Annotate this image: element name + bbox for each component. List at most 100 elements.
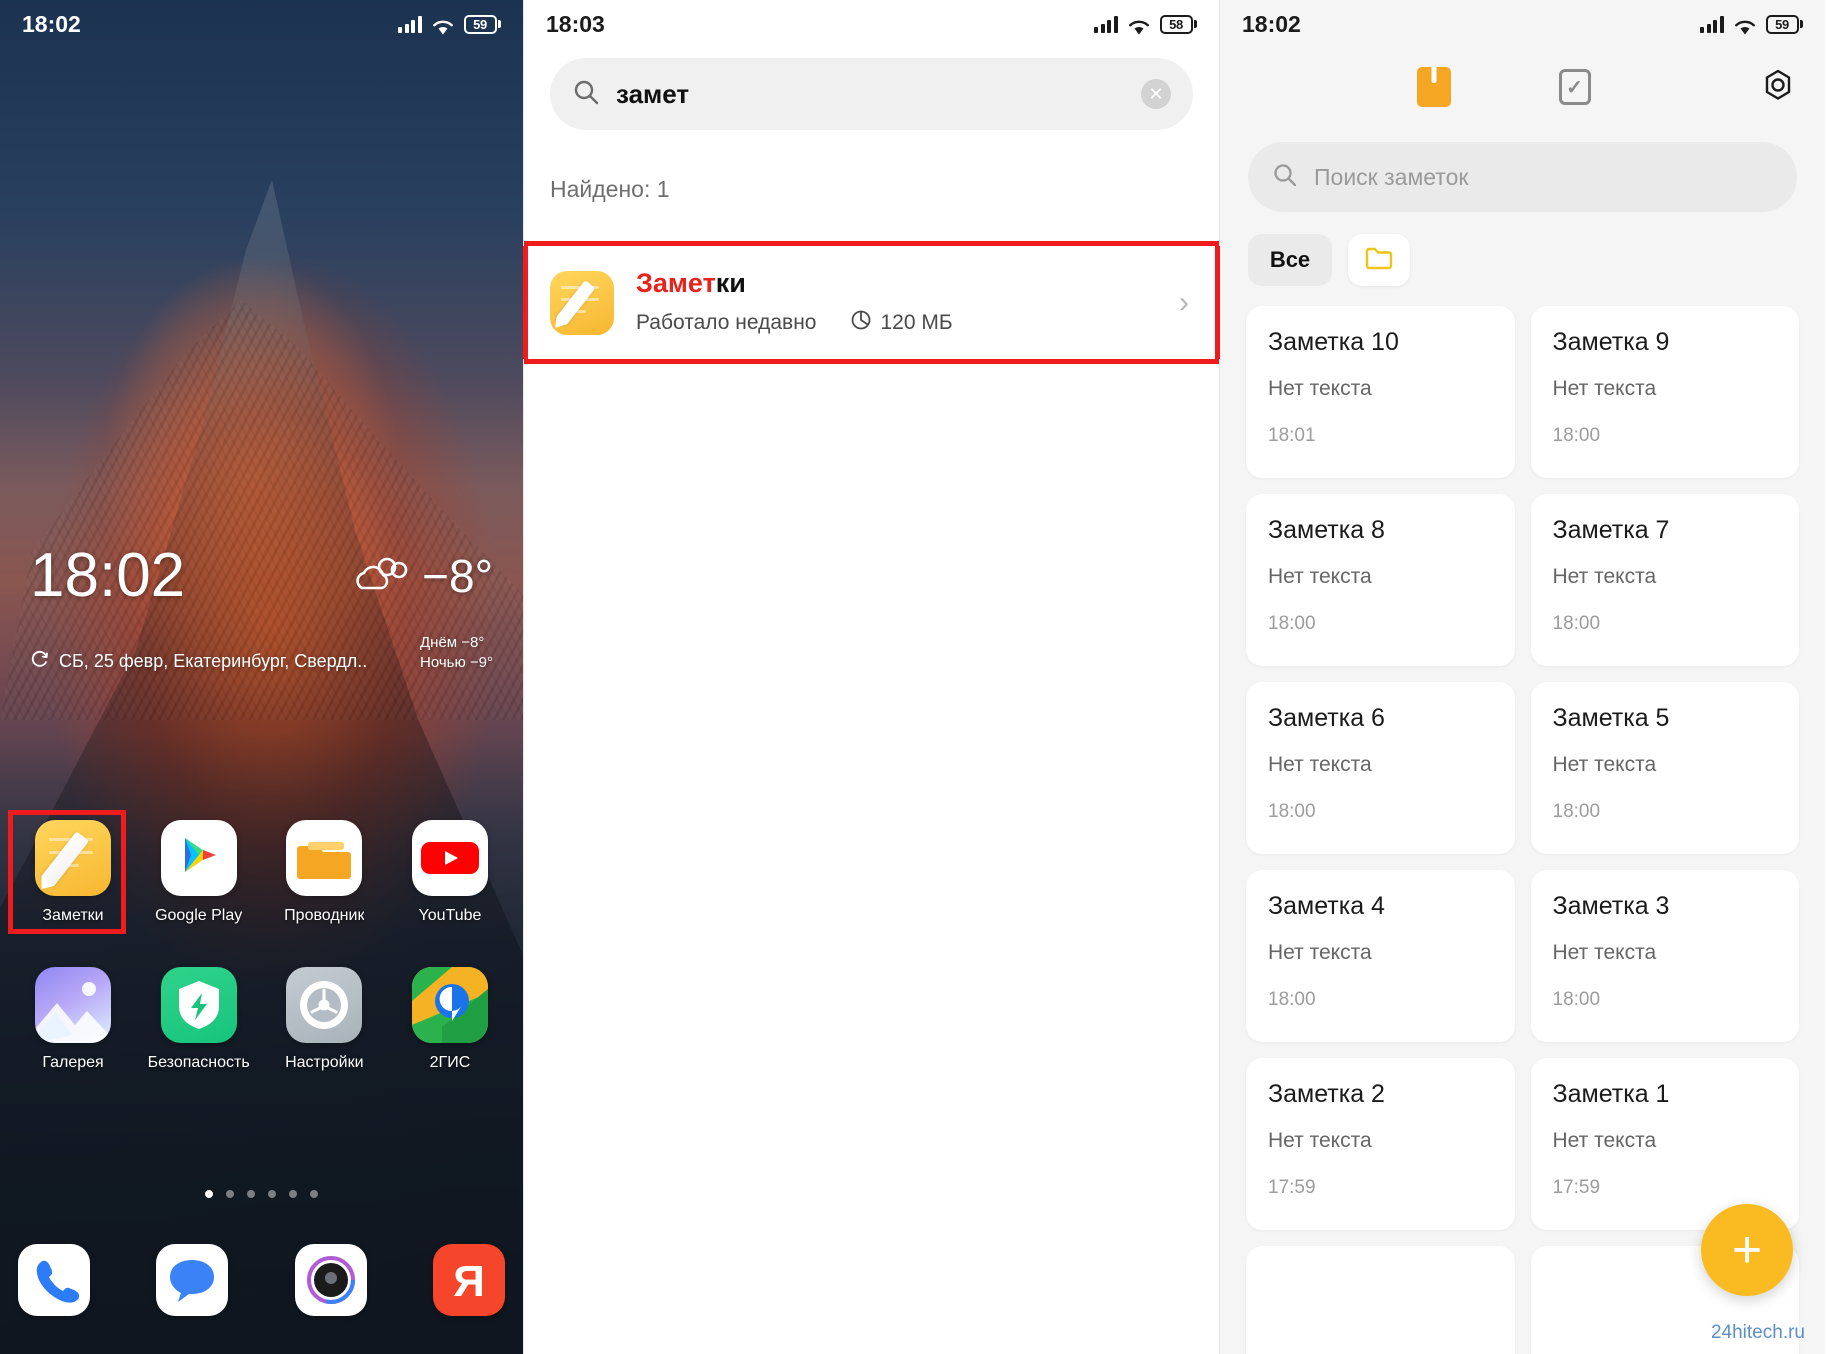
status-icons: 59 bbox=[1700, 14, 1803, 35]
battery-icon: 59 bbox=[1765, 14, 1803, 34]
wifi-icon bbox=[1733, 15, 1757, 35]
app-label: Безопасность bbox=[147, 1054, 250, 1071]
widget-date-text: СБ, 25 февр, Екатеринбург, Свердл.. bbox=[59, 650, 368, 671]
google-play-icon bbox=[160, 820, 237, 896]
settings-button[interactable] bbox=[1759, 68, 1797, 106]
app-google-play[interactable]: Google Play bbox=[144, 820, 254, 925]
result-subtitle: Работало недавно bbox=[636, 311, 817, 334]
note-card[interactable]: Заметка 1 Нет текста 17:59 bbox=[1530, 1058, 1799, 1230]
filter-all-chip[interactable]: Все bbox=[1248, 234, 1332, 286]
tab-notes[interactable] bbox=[1416, 67, 1451, 107]
note-title: Заметка 3 bbox=[1552, 892, 1670, 920]
app-label: YouTube bbox=[418, 907, 482, 924]
plus-icon: + bbox=[1731, 1221, 1763, 1279]
result-highlight-box: Заметки Работало недавно 120 МБ › bbox=[523, 241, 1220, 364]
notes-search-placeholder: Поиск заметок bbox=[1314, 163, 1469, 190]
phone-icon[interactable] bbox=[18, 1244, 90, 1316]
status-bar-search: 18:03 58 bbox=[524, 0, 1219, 48]
app-security[interactable]: Безопасность bbox=[144, 967, 254, 1072]
signal-bars-icon bbox=[398, 15, 422, 33]
notes-app-icon bbox=[550, 270, 614, 335]
cloudy-icon bbox=[354, 554, 410, 599]
file-manager-icon bbox=[286, 820, 363, 896]
tab-todo[interactable]: ✓ bbox=[1558, 69, 1591, 105]
search-input[interactable]: замет ✕ bbox=[550, 58, 1193, 130]
note-card[interactable]: Заметка 4 Нет текста 18:00 bbox=[1246, 870, 1515, 1042]
wifi-icon bbox=[431, 15, 455, 35]
search-icon bbox=[572, 78, 600, 111]
home-screen-panel: 18:02 59 18:02 −8° СБ, 25 февр, Екатерин… bbox=[0, 0, 523, 1354]
note-preview: Нет текста bbox=[1268, 941, 1372, 964]
search-result-row[interactable]: Заметки Работало недавно 120 МБ › bbox=[524, 246, 1219, 359]
note-card[interactable]: Заметка 5 Нет текста 18:00 bbox=[1530, 682, 1799, 854]
battery-level: 59 bbox=[463, 14, 497, 34]
note-title: Заметка 4 bbox=[1268, 892, 1385, 920]
note-time: 18:00 bbox=[1552, 801, 1601, 822]
camera-icon[interactable] bbox=[294, 1244, 367, 1316]
note-card-partial[interactable] bbox=[1246, 1246, 1515, 1354]
status-time: 18:03 bbox=[546, 10, 605, 37]
search-bar-container: замет ✕ bbox=[524, 48, 1219, 130]
app-label: Проводник bbox=[284, 907, 365, 924]
app-youtube[interactable]: YouTube bbox=[395, 820, 505, 925]
search-icon bbox=[1272, 162, 1298, 193]
status-time: 18:02 bbox=[1242, 10, 1301, 37]
search-panel: 18:03 58 замет ✕ Найдено: 1 Заметки Рабо… bbox=[523, 0, 1220, 1354]
note-card[interactable]: Заметка 10 Нет текста 18:01 bbox=[1246, 306, 1515, 478]
page-dot[interactable] bbox=[247, 1190, 255, 1198]
note-card[interactable]: Заметка 8 Нет текста 18:00 bbox=[1246, 494, 1515, 666]
app-2gis[interactable]: 2ГИС bbox=[395, 967, 505, 1072]
svg-text:Я: Я bbox=[453, 1257, 485, 1306]
page-dot[interactable] bbox=[310, 1190, 318, 1198]
widget-day-temp: Днём −8° bbox=[420, 634, 485, 651]
clock-weather-widget[interactable]: 18:02 −8° СБ, 25 февр, Екатеринбург, Све… bbox=[0, 545, 523, 674]
notes-search-input[interactable]: Поиск заметок bbox=[1248, 142, 1797, 212]
status-time: 18:02 bbox=[22, 10, 81, 37]
note-title: Заметка 5 bbox=[1552, 704, 1670, 732]
result-body: Заметки Работало недавно 120 МБ bbox=[636, 268, 1157, 337]
app-label: Галерея bbox=[42, 1054, 104, 1071]
filter-folder-chip[interactable] bbox=[1348, 234, 1410, 286]
chevron-right-icon[interactable]: › bbox=[1179, 286, 1193, 320]
notes-tab-bar: ✓ bbox=[1220, 48, 1825, 126]
result-title-match: Замет bbox=[636, 268, 716, 298]
page-dot[interactable] bbox=[205, 1190, 213, 1198]
app-settings[interactable]: Настройки bbox=[269, 967, 379, 1072]
page-indicator[interactable] bbox=[0, 1190, 523, 1198]
note-preview: Нет текста bbox=[1268, 565, 1372, 588]
note-card[interactable]: Заметка 6 Нет текста 18:00 bbox=[1246, 682, 1515, 854]
page-dot[interactable] bbox=[289, 1190, 297, 1198]
note-card[interactable]: Заметка 9 Нет текста 18:00 bbox=[1530, 306, 1799, 478]
widget-temperature: −8° bbox=[422, 550, 493, 602]
three-panel-screenshot: 18:02 59 18:02 −8° СБ, 25 февр, Екатерин… bbox=[0, 0, 1827, 1354]
add-note-button[interactable]: + bbox=[1701, 1204, 1793, 1296]
checkbox-icon: ✓ bbox=[1566, 76, 1583, 99]
folder-icon bbox=[1364, 245, 1394, 276]
note-title: Заметка 8 bbox=[1268, 516, 1385, 544]
note-card[interactable]: Заметка 7 Нет текста 18:00 bbox=[1530, 494, 1799, 666]
notes-app-icon bbox=[35, 820, 111, 896]
app-notes[interactable]: Заметки bbox=[8, 810, 128, 934]
note-title: Заметка 7 bbox=[1552, 516, 1670, 544]
note-card[interactable]: Заметка 2 Нет текста 17:59 bbox=[1246, 1058, 1515, 1230]
messages-icon[interactable] bbox=[156, 1244, 229, 1316]
widget-forecast: Днём −8° Ночью −9° bbox=[420, 633, 493, 674]
page-dot[interactable] bbox=[226, 1190, 234, 1198]
result-title-rest: ки bbox=[715, 268, 746, 298]
note-preview: Нет текста bbox=[1268, 753, 1372, 776]
app-gallery[interactable]: Галерея bbox=[18, 967, 128, 1072]
status-icons: 58 bbox=[1094, 14, 1197, 35]
yandex-icon[interactable]: Я bbox=[432, 1244, 505, 1316]
status-bar-home: 18:02 59 bbox=[0, 0, 523, 48]
clear-x-icon[interactable]: ✕ bbox=[1141, 79, 1171, 109]
page-dot[interactable] bbox=[268, 1190, 276, 1198]
note-card[interactable]: Заметка 3 Нет текста 18:00 bbox=[1530, 870, 1799, 1042]
refresh-icon[interactable] bbox=[30, 649, 50, 674]
app-file-manager[interactable]: Проводник bbox=[269, 820, 379, 925]
note-time: 17:59 bbox=[1552, 1177, 1601, 1198]
app-label: Google Play bbox=[155, 907, 243, 924]
note-preview: Нет текста bbox=[1268, 377, 1372, 400]
note-preview: Нет текста bbox=[1552, 1129, 1657, 1152]
note-title: Заметка 10 bbox=[1268, 328, 1399, 356]
app-label: 2ГИС bbox=[429, 1054, 471, 1071]
